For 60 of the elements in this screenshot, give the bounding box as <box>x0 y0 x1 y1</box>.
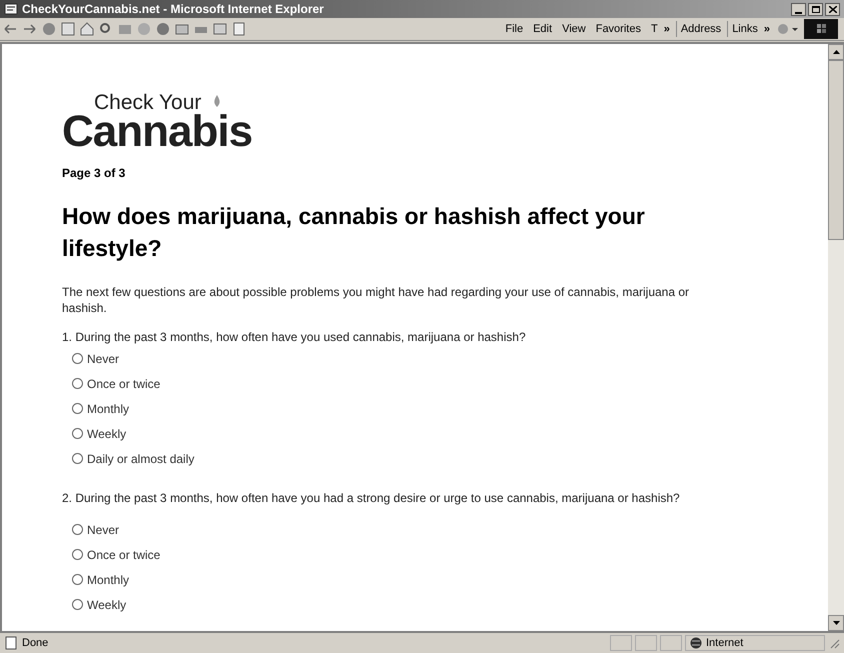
option-label[interactable]: Once or twice <box>87 374 160 392</box>
forward-arrow-icon[interactable] <box>23 22 37 36</box>
logo-text: Cannabis <box>62 115 252 149</box>
close-button[interactable] <box>825 2 840 16</box>
radio-button[interactable] <box>72 549 83 560</box>
resize-grip-icon[interactable] <box>828 637 840 649</box>
menu-item[interactable]: Edit <box>533 20 552 38</box>
window-title: CheckYourCannabis.net - Microsoft Internet Explorer <box>22 1 324 18</box>
links-chevron[interactable]: » <box>764 20 770 38</box>
page-indicator: Page 3 of 3 <box>62 165 126 182</box>
menu-item[interactable]: File <box>505 20 524 38</box>
radio-button[interactable] <box>72 403 83 414</box>
logo-small-text: Check Your <box>94 92 202 113</box>
option-label[interactable]: Weekly <box>87 424 126 442</box>
page-heading: How does marijuana, cannabis or hashish affect your lifestyle? <box>62 202 646 263</box>
option-label[interactable]: Daily or almost daily <box>87 450 194 468</box>
radio-button[interactable] <box>72 353 83 364</box>
menu-item[interactable]: View <box>562 20 586 38</box>
minimize-icon <box>795 12 802 14</box>
scrollbar[interactable] <box>828 44 844 631</box>
question-text: 2. During the past 3 months, how often have you had a strong desire or urge to use cannabis, marijuana or hashish? <box>62 490 681 507</box>
address-label[interactable]: Address <box>676 20 722 38</box>
radio-button[interactable] <box>72 428 83 439</box>
flame-icon <box>213 95 222 107</box>
menu-item[interactable]: Favorites <box>596 20 641 38</box>
browser-icon <box>4 2 18 16</box>
radio-button[interactable] <box>72 599 83 610</box>
radio-button[interactable] <box>72 453 83 464</box>
status-text: Done <box>22 636 48 651</box>
option-label[interactable]: Never <box>87 350 120 368</box>
zone-text: Internet <box>706 636 744 651</box>
down-arrow-icon <box>832 621 840 625</box>
option-label[interactable]: Monthly <box>87 400 130 418</box>
option-label[interactable]: Monthly <box>87 570 130 588</box>
close-icon <box>828 6 836 12</box>
scroll-down-button[interactable] <box>828 615 844 631</box>
more-chevron[interactable]: » <box>664 20 670 38</box>
option-label[interactable]: Weekly <box>87 596 126 614</box>
status-panel <box>610 635 632 651</box>
radio-button[interactable] <box>72 378 83 389</box>
status-panel <box>660 635 682 651</box>
intro-text: The next few questions are about possible problems you might have had regarding your use of cannabis, marijuana or hashish. <box>62 284 690 316</box>
maximize-button[interactable] <box>808 2 823 16</box>
minimize-button[interactable] <box>791 2 806 16</box>
up-arrow-icon <box>832 50 840 54</box>
page-icon <box>4 636 18 650</box>
menu-item[interactable]: T <box>650 20 658 38</box>
scroll-thumb[interactable] <box>828 60 844 240</box>
status-panel <box>635 635 657 651</box>
home-icon[interactable] <box>80 22 94 36</box>
search-icon[interactable] <box>99 22 113 36</box>
option-label[interactable]: Never <box>87 520 120 538</box>
option-label[interactable]: Once or twice <box>87 546 160 564</box>
scroll-up-button[interactable] <box>828 44 844 60</box>
question-text: 1. During the past 3 months, how often have you used cannabis, marijuana or hashish? <box>62 329 527 346</box>
back-arrow-icon[interactable] <box>4 22 18 36</box>
maximize-icon <box>812 6 820 12</box>
links-label[interactable]: Links <box>727 20 758 38</box>
radio-button[interactable] <box>72 574 83 585</box>
radio-button[interactable] <box>72 524 83 535</box>
